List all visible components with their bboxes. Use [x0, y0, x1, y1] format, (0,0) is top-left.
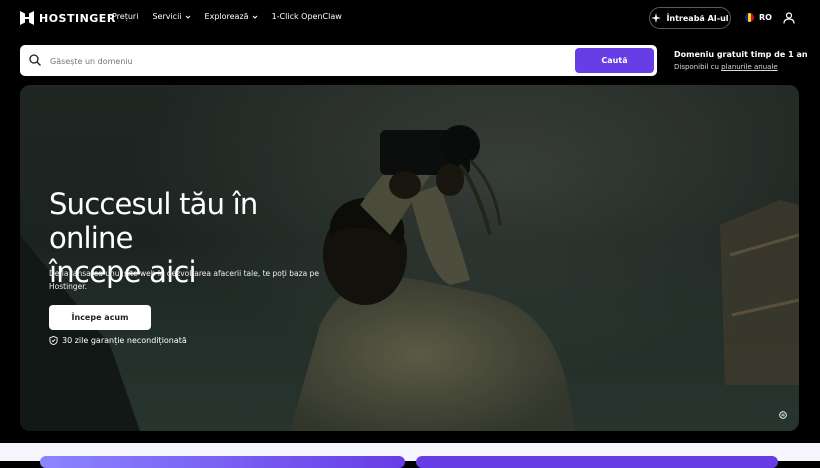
hostinger-logo-icon	[20, 11, 34, 25]
hostinger-logo[interactable]: HOSTINGER	[20, 11, 116, 25]
promo-sub-prefix: Disponibil cu	[674, 63, 719, 71]
ask-ai-label: Întreabă AI-ul	[666, 13, 729, 23]
start-now-button[interactable]: Începe acum	[49, 305, 151, 330]
nav-link-label: Prețuri	[112, 12, 139, 21]
chevron-down-icon	[185, 15, 190, 19]
ai-sparkle-icon	[651, 13, 662, 23]
language-label: RO	[759, 13, 772, 22]
nav-link-label: Servicii	[152, 12, 182, 21]
nav-links: Prețuri Servicii Explorează 1-Click Open…	[112, 12, 342, 21]
nav-link-label: 1-Click OpenClaw	[271, 12, 342, 21]
search-icon	[29, 54, 41, 66]
top-navbar: HOSTINGER Prețuri Servicii Explorează 1-…	[0, 0, 820, 36]
video-control-icon[interactable]	[779, 411, 787, 419]
nav-link-label: Explorează	[204, 12, 249, 21]
user-icon[interactable]	[783, 12, 795, 24]
hero-banner: Succesul tău în online începe aici De la…	[20, 85, 799, 431]
guarantee-label: 30 zile garanție necondiționată	[62, 336, 187, 345]
hero-description: De la lansarea unui site web la dezvolta…	[49, 269, 319, 291]
ask-ai-button[interactable]: Întreabă AI-ul	[649, 7, 731, 29]
chevron-down-icon	[252, 15, 257, 19]
search-button[interactable]: Caută	[575, 48, 654, 73]
promo-title: Domeniu gratuit timp de 1 an	[674, 50, 808, 59]
feature-card-right[interactable]	[416, 456, 778, 468]
feature-card-left[interactable]	[40, 456, 405, 468]
domain-search-input[interactable]	[48, 53, 582, 70]
shield-check-icon	[49, 336, 58, 345]
free-domain-promo: Domeniu gratuit timp de 1 an Disponibil …	[674, 50, 808, 71]
annual-plans-link[interactable]: planurile anuale	[721, 63, 778, 71]
romania-flag-icon	[745, 13, 754, 22]
promo-subtitle: Disponibil cu planurile anuale	[674, 63, 808, 71]
nav-link-openclaw[interactable]: 1-Click OpenClaw	[272, 12, 342, 21]
domain-search-bar: Caută	[20, 45, 657, 76]
money-back-guarantee: 30 zile garanție necondiționată	[49, 336, 187, 345]
language-selector[interactable]: RO	[745, 13, 772, 22]
nav-link-exploreaza[interactable]: Explorează	[205, 12, 258, 21]
nav-link-servicii[interactable]: Servicii	[152, 12, 190, 21]
hero-title-line1: Succesul tău în online	[49, 187, 258, 255]
nav-link-preturi[interactable]: Prețuri	[112, 12, 138, 21]
logo-text: HOSTINGER	[39, 11, 116, 25]
